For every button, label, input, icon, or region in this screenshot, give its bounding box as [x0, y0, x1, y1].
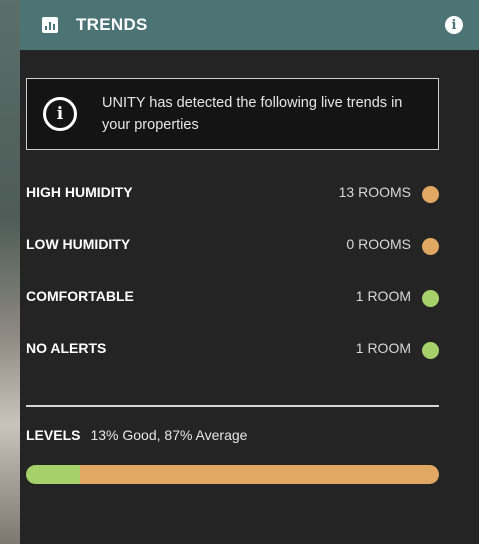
- trend-row-no-alerts[interactable]: NO ALERTS 1 ROOM: [26, 322, 439, 374]
- trend-row-high-humidity[interactable]: HIGH HUMIDITY 13 ROOMS: [26, 166, 439, 218]
- trends-notice: i UNITY has detected the following live …: [26, 78, 439, 150]
- divider: [26, 405, 439, 407]
- trend-count: 0 ROOMS: [346, 236, 411, 252]
- status-dot-icon: [422, 289, 439, 307]
- levels-good-segment: [26, 465, 80, 484]
- trend-label: COMFORTABLE: [26, 288, 134, 304]
- background-photo: [0, 0, 22, 544]
- trend-row-comfortable[interactable]: COMFORTABLE 1 ROOM: [26, 270, 439, 322]
- trend-label: NO ALERTS: [26, 340, 107, 356]
- info-icon[interactable]: i: [445, 16, 463, 34]
- trend-row-low-humidity[interactable]: LOW HUMIDITY 0 ROOMS: [26, 218, 439, 270]
- levels-value: 13% Good, 87% Average: [90, 427, 248, 443]
- bar-chart-icon: [42, 17, 58, 33]
- notice-text: UNITY has detected the following live tr…: [102, 95, 403, 133]
- status-dot-icon: [422, 237, 439, 255]
- status-dot-icon: [422, 341, 439, 359]
- trend-count: 13 ROOMS: [338, 184, 411, 200]
- panel-title: TRENDS: [76, 15, 148, 34]
- trend-count: 1 ROOM: [355, 288, 411, 304]
- trend-list: HIGH HUMIDITY 13 ROOMS LOW HUMIDITY 0 RO…: [26, 166, 439, 374]
- levels-progress-bar: [26, 465, 439, 484]
- trend-label: LOW HUMIDITY: [26, 236, 131, 252]
- info-circle-icon: i: [43, 97, 77, 131]
- panel-header: TRENDS i: [20, 0, 479, 50]
- levels-summary: LEVELS 13% Good, 87% Average: [26, 427, 439, 443]
- trend-label: HIGH HUMIDITY: [26, 184, 133, 200]
- levels-average-segment: [79, 465, 439, 484]
- status-dot-icon: [422, 185, 439, 203]
- trend-count: 1 ROOM: [355, 340, 411, 356]
- levels-label: LEVELS: [26, 427, 81, 443]
